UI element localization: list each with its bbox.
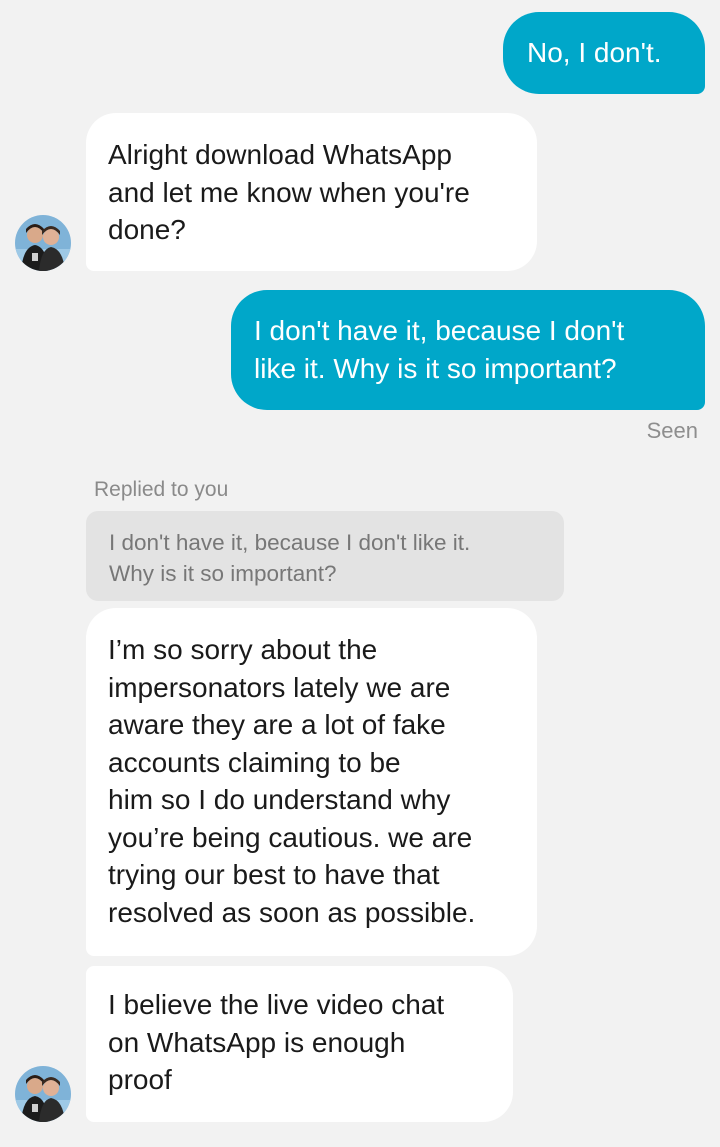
contact-avatar-icon[interactable]	[15, 1066, 71, 1122]
seen-status: Seen	[646, 418, 698, 443]
quoted-message[interactable]: I don't have it, because I don't like it…	[86, 511, 564, 601]
outgoing-message-bubble[interactable]: No, I don't.	[503, 12, 705, 94]
incoming-message-bubble[interactable]: Alright download WhatsApp and let me kno…	[86, 113, 537, 271]
incoming-message-bubble[interactable]: I’m so sorry about the impersonators lat…	[86, 608, 537, 956]
avatar-photo-icon	[15, 1066, 71, 1122]
contact-avatar-icon[interactable]	[15, 215, 71, 271]
avatar-photo-icon	[15, 215, 71, 271]
incoming-message-bubble[interactable]: I believe the live video chat on WhatsAp…	[86, 966, 513, 1122]
reply-context-label: Replied to you	[94, 478, 229, 501]
outgoing-message-bubble[interactable]: I don't have it, because I don't like it…	[231, 290, 705, 410]
